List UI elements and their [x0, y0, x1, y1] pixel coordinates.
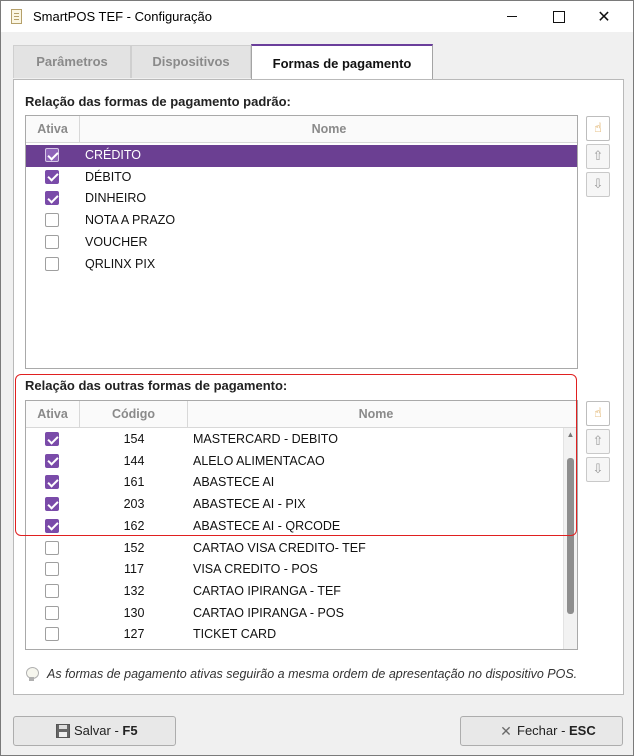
- vertical-scrollbar[interactable]: ▲: [563, 428, 577, 649]
- payment-code: 117: [124, 562, 144, 577]
- payment-code: 203: [123, 497, 145, 512]
- active-checkbox[interactable]: [45, 169, 59, 184]
- tab-formas-de-pagamento[interactable]: Formas de pagamento: [251, 44, 433, 80]
- minimize-button[interactable]: [489, 1, 535, 32]
- table-row[interactable]: 117 VISA CREDITO - POS: [26, 559, 563, 581]
- payment-code: 132: [123, 583, 145, 598]
- default-payments-grid[interactable]: Ativa Nome CRÉDITO DÉBITO DINHEIRO NOTA A P…: [25, 115, 578, 369]
- close-icon: ✕: [500, 723, 512, 739]
- main-window: SmartPOS TEF - Configuração ✕ Parâmetros…: [0, 0, 634, 756]
- active-checkbox[interactable]: [45, 605, 59, 620]
- active-checkbox[interactable]: [45, 191, 59, 206]
- column-header-name[interactable]: Nome: [188, 401, 564, 428]
- payment-name: VOUCHER: [85, 234, 148, 249]
- active-checkbox[interactable]: [45, 497, 59, 512]
- payment-code: 161: [123, 475, 145, 490]
- tab-parametros[interactable]: Parâmetros: [13, 45, 131, 78]
- payment-name: DÉBITO: [85, 169, 132, 184]
- close-button[interactable]: ✕ Fechar - ESC: [460, 716, 623, 746]
- payment-name: NOTA A PRAZO: [85, 213, 176, 228]
- payment-name: CARTAO IPIRANGA - TEF: [193, 583, 341, 598]
- table-row[interactable]: 130 CARTAO IPIRANGA - POS: [26, 603, 563, 625]
- payment-code: 162: [123, 518, 145, 533]
- lightbulb-icon: [26, 667, 39, 681]
- move-up-icon[interactable]: ⇧: [586, 144, 610, 169]
- scroll-thumb[interactable]: [567, 458, 574, 614]
- payment-name: ALELO ALIMENTACAO: [193, 453, 325, 468]
- save-shortcut: F5: [122, 723, 138, 738]
- tab-dispositivos[interactable]: Dispositivos: [131, 45, 251, 78]
- payment-name: CRÉDITO: [85, 148, 142, 162]
- app-icon: [11, 9, 22, 24]
- title-bar[interactable]: SmartPOS TEF - Configuração ✕: [1, 1, 633, 32]
- table-row[interactable]: 127 TICKET CARD: [26, 624, 563, 646]
- payment-code: 144: [123, 453, 145, 468]
- payment-code: 154: [123, 432, 145, 446]
- table-row[interactable]: NOTA A PRAZO: [26, 210, 577, 232]
- payment-name: CARTAO IPIRANGA - POS: [193, 605, 344, 620]
- payment-code: 130: [123, 605, 145, 620]
- active-checkbox[interactable]: [45, 432, 59, 446]
- active-checkbox[interactable]: [45, 256, 59, 271]
- column-header-active[interactable]: Ativa: [26, 116, 80, 143]
- close-window-button[interactable]: ✕: [581, 1, 627, 32]
- table-row[interactable]: 152 CARTAO VISA CREDITO- TEF: [26, 538, 563, 560]
- save-button-label: Salvar -: [74, 723, 123, 738]
- table-row[interactable]: 203 ABASTECE AI - PIX: [26, 494, 563, 516]
- active-checkbox[interactable]: [45, 148, 59, 162]
- maximize-button[interactable]: [535, 1, 581, 32]
- move-down-icon[interactable]: ⇩: [586, 457, 610, 482]
- payment-code: 127: [123, 627, 145, 642]
- table-row[interactable]: 132 CARTAO IPIRANGA - TEF: [26, 581, 563, 603]
- window-title: SmartPOS TEF - Configuração: [33, 9, 212, 24]
- column-header-name[interactable]: Nome: [80, 116, 577, 143]
- payment-name: MASTERCARD - DEBITO: [193, 432, 338, 446]
- table-row[interactable]: VOUCHER: [26, 232, 577, 254]
- column-header-active[interactable]: Ativa: [26, 401, 80, 428]
- active-checkbox[interactable]: [45, 234, 59, 249]
- payment-code: 152: [123, 540, 145, 555]
- footer-note-text: As formas de pagamento ativas seguirão a…: [47, 667, 578, 681]
- active-checkbox[interactable]: [45, 627, 59, 642]
- default-payments-label: Relação das formas de pagamento padrão:: [25, 94, 291, 109]
- table-row[interactable]: QRLINX PIX: [26, 254, 577, 276]
- hand-pointer-icon[interactable]: ☝: [586, 401, 610, 426]
- active-checkbox[interactable]: [45, 562, 59, 577]
- active-checkbox[interactable]: [45, 453, 59, 468]
- table-row[interactable]: DÉBITO: [26, 167, 577, 189]
- table-row[interactable]: 162 ABASTECE AI - QRCODE: [26, 516, 563, 538]
- payment-name: VISA CREDITO - POS: [193, 562, 318, 577]
- floppy-disk-icon: [56, 724, 70, 738]
- hand-pointer-icon[interactable]: ☝: [586, 116, 610, 141]
- payment-name: QRLINX PIX: [85, 256, 156, 271]
- scroll-up-icon[interactable]: ▲: [564, 428, 577, 442]
- payment-name: CARTAO VISA CREDITO- TEF: [193, 540, 366, 555]
- footer-note: As formas de pagamento ativas seguirão a…: [15, 662, 615, 688]
- payment-name: ABASTECE AI: [193, 475, 275, 490]
- payment-name: TICKET CARD: [193, 627, 277, 642]
- other-payments-grid[interactable]: Ativa Código Nome 154 MASTERCARD - DEBITO…: [25, 400, 578, 650]
- move-up-icon[interactable]: ⇧: [586, 429, 610, 454]
- other-payments-label: Relação das outras formas de pagamento:: [25, 378, 288, 393]
- close-shortcut: ESC: [569, 723, 596, 738]
- grid-header: Ativa Nome: [26, 116, 577, 143]
- payment-name: ABASTECE AI - PIX: [193, 497, 306, 512]
- active-checkbox[interactable]: [45, 475, 59, 490]
- close-button-label: Fechar -: [517, 723, 570, 738]
- table-row[interactable]: DINHEIRO: [26, 188, 577, 210]
- active-checkbox[interactable]: [45, 583, 59, 598]
- table-row[interactable]: 144 ALELO ALIMENTACAO: [26, 451, 563, 473]
- grid-header: Ativa Código Nome: [26, 401, 577, 428]
- active-checkbox[interactable]: [45, 213, 59, 228]
- table-row[interactable]: CRÉDITO: [26, 145, 577, 167]
- table-row[interactable]: 154 MASTERCARD - DEBITO: [26, 429, 563, 451]
- table-row[interactable]: 161 ABASTECE AI: [26, 472, 563, 494]
- save-button[interactable]: Salvar - F5: [13, 716, 176, 746]
- active-checkbox[interactable]: [45, 540, 59, 555]
- payment-name: DINHEIRO: [85, 191, 147, 206]
- move-down-icon[interactable]: ⇩: [586, 172, 610, 197]
- column-header-code[interactable]: Código: [80, 401, 188, 428]
- payment-name: ABASTECE AI - QRCODE: [193, 518, 341, 533]
- active-checkbox[interactable]: [45, 518, 59, 533]
